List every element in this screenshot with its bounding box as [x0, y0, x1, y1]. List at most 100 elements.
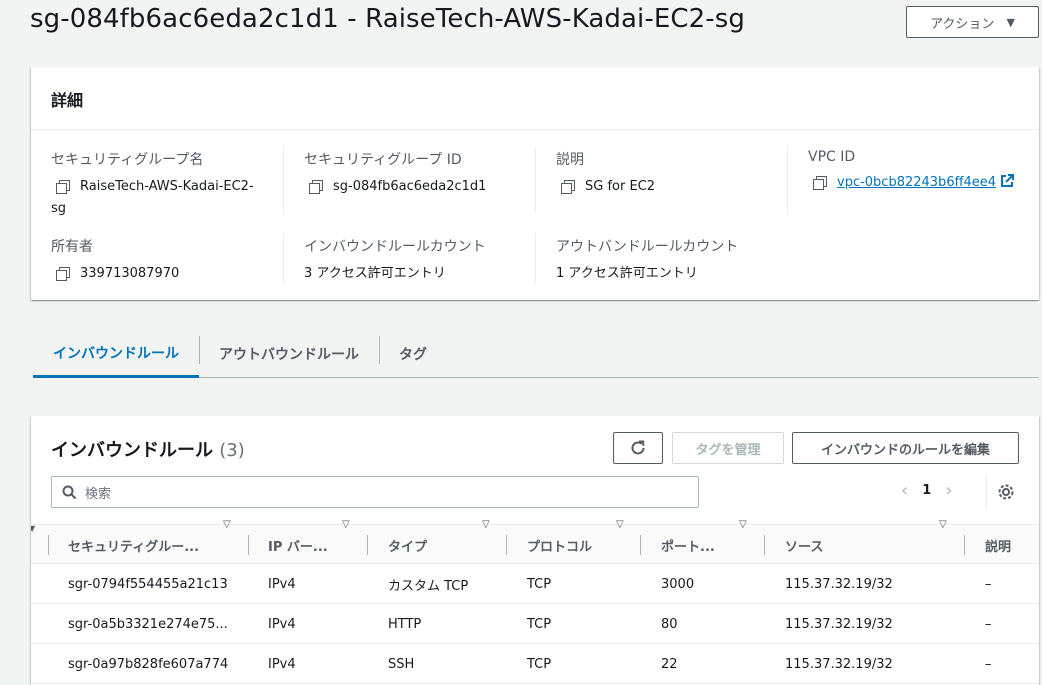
- column-divider: [48, 535, 49, 555]
- tab-bar: インバウンドルール アウトバウンドルール タグ: [33, 330, 1039, 378]
- page-number[interactable]: 1: [922, 483, 931, 498]
- search-icon: [62, 485, 77, 499]
- port-cell: 22: [661, 656, 678, 672]
- port-cell: 3000: [661, 576, 695, 592]
- sg-id-value: sg-084fb6ac6eda2c1d1: [333, 179, 487, 194]
- copy-icon[interactable]: [813, 176, 827, 190]
- rules-title: インバウンドルール (3): [51, 436, 245, 462]
- tab-tags[interactable]: タグ: [379, 330, 447, 377]
- sort-icon[interactable]: ▽: [482, 519, 490, 530]
- column-divider: [764, 535, 765, 555]
- col-ip-version[interactable]: IP バー...: [268, 525, 328, 565]
- copy-icon[interactable]: [56, 180, 70, 194]
- details-panel: 詳細 セキュリティグループ名 RaiseTech-AWS-Kadai-EC2- …: [31, 67, 1039, 300]
- sort-icon[interactable]: ▽: [739, 519, 747, 530]
- column-divider: [248, 535, 249, 555]
- inbound-count-label: インバウンドルールカウント: [304, 239, 486, 255]
- rule-id-cell: sgr-0794f554455a21c13: [68, 576, 228, 592]
- type-cell: SSH: [388, 656, 415, 672]
- sort-icon[interactable]: ▼: [31, 524, 35, 533]
- col-label: ポート...: [661, 539, 715, 555]
- gear-icon[interactable]: [997, 483, 1015, 501]
- description-label: 説明: [556, 152, 584, 168]
- tab-inbound-rules[interactable]: インバウンドルール: [33, 330, 199, 378]
- col-label: セキュリティグルー...: [68, 539, 200, 555]
- col-port-range[interactable]: ポート...: [661, 525, 715, 565]
- source-cell: 115.37.32.19/32: [785, 616, 893, 632]
- sort-icon[interactable]: ▽: [939, 519, 947, 530]
- owner-label: 所有者: [51, 239, 93, 255]
- sg-name-value-line1: RaiseTech-AWS-Kadai-EC2-: [80, 179, 254, 194]
- ip-version-cell: IPv4: [268, 656, 296, 672]
- refresh-button[interactable]: [613, 432, 663, 464]
- inbound-count-field: インバウンドルールカウント 3 アクセス許可エントリ: [304, 236, 486, 285]
- col-label: ソース: [785, 539, 824, 555]
- col-source[interactable]: ソース: [785, 525, 823, 565]
- description-cell: –: [985, 616, 992, 632]
- actions-button-label: アクション: [930, 16, 995, 32]
- search-input[interactable]: 検索: [51, 476, 699, 508]
- outbound-count-field: アウトバンドルールカウント 1 アクセス許可エントリ: [556, 236, 738, 285]
- column-divider: [506, 535, 507, 555]
- outbound-count-value: 1 アクセス許可エントリ: [556, 266, 698, 281]
- col-protocol[interactable]: プロトコル: [527, 525, 592, 565]
- table-header: ▼ セキュリティグルー... ▽ IP バー... ▽ タイプ ▽ プロトコル …: [31, 519, 1039, 565]
- copy-icon[interactable]: [56, 267, 70, 281]
- protocol-cell: TCP: [527, 576, 552, 592]
- description-value: SG for EC2: [585, 179, 656, 194]
- sg-id-label: セキュリティグループ ID: [304, 152, 462, 168]
- manage-tags-button[interactable]: タグを管理: [672, 432, 784, 464]
- col-label: プロトコル: [527, 539, 593, 555]
- actions-button[interactable]: アクション ▼: [906, 6, 1039, 38]
- refresh-icon: [631, 440, 645, 455]
- sort-icon[interactable]: ▽: [342, 519, 350, 530]
- col-label: タイプ: [388, 539, 428, 555]
- caret-down-icon: ▼: [1006, 15, 1015, 29]
- col-type[interactable]: タイプ: [388, 525, 427, 565]
- type-cell: HTTP: [388, 616, 422, 632]
- divider: [535, 233, 536, 283]
- rules-title-text: インバウンドルール: [51, 440, 213, 461]
- table-row[interactable]: sgr-0a5b3321e274e75... IPv4 HTTP TCP 80 …: [31, 604, 1039, 644]
- table-row[interactable]: sgr-0a97b828fe607a774 IPv4 SSH TCP 22 11…: [31, 644, 1039, 684]
- copy-icon[interactable]: [561, 180, 575, 194]
- description-cell: –: [985, 656, 992, 672]
- divider: [535, 147, 536, 213]
- search-placeholder: 検索: [85, 486, 112, 502]
- col-label: IP バー...: [268, 539, 328, 555]
- details-header: 詳細: [31, 67, 1039, 130]
- col-security-group-rule-id[interactable]: セキュリティグルー...: [68, 525, 199, 565]
- chevron-right-icon[interactable]: ›: [945, 480, 952, 501]
- chevron-left-icon[interactable]: ‹: [901, 480, 908, 501]
- inbound-count-value: 3 アクセス許可エントリ: [304, 266, 446, 281]
- owner-field: 所有者 339713087970: [51, 236, 179, 285]
- sort-icon[interactable]: ▽: [223, 519, 231, 530]
- pagination: ‹ 1 ›: [901, 480, 952, 501]
- col-description[interactable]: 説明: [985, 525, 1011, 565]
- inbound-rules-panel: インバウンドルール (3) タグを管理 インバウンドのルールを編集 検索 ‹ 1…: [31, 416, 1039, 685]
- divider: [283, 233, 284, 283]
- protocol-cell: TCP: [527, 656, 552, 672]
- source-cell: 115.37.32.19/32: [785, 576, 893, 592]
- vpc-id-field: VPC ID vpc-0bcb82243b6ff4ee4: [808, 149, 1015, 194]
- sort-icon[interactable]: ▽: [616, 519, 624, 530]
- description-cell: –: [985, 576, 992, 592]
- copy-icon[interactable]: [309, 180, 323, 194]
- description-field: 説明 SG for EC2: [556, 149, 655, 198]
- rules-count: (3): [219, 440, 245, 461]
- col-label: 説明: [985, 539, 1012, 555]
- page-title: sg-084fb6ac6eda2c1d1 - RaiseTech-AWS-Kad…: [30, 4, 746, 34]
- edit-inbound-rules-button[interactable]: インバウンドのルールを編集: [792, 432, 1019, 464]
- sg-name-value-line2: sg: [51, 201, 67, 216]
- table-row[interactable]: sgr-0794f554455a21c13 IPv4 カスタム TCP TCP …: [31, 564, 1039, 604]
- ip-version-cell: IPv4: [268, 576, 296, 592]
- column-divider: [964, 535, 965, 555]
- column-divider: [640, 535, 641, 555]
- tab-outbound-rules[interactable]: アウトバウンドルール: [199, 330, 379, 377]
- rule-id-cell: sgr-0a5b3321e274e75...: [68, 616, 228, 632]
- outbound-count-label: アウトバンドルールカウント: [556, 239, 739, 255]
- ip-version-cell: IPv4: [268, 616, 296, 632]
- vpc-id-link[interactable]: vpc-0bcb82243b6ff4ee4: [837, 175, 996, 190]
- sg-name-field: セキュリティグループ名 RaiseTech-AWS-Kadai-EC2- sg: [51, 149, 281, 220]
- divider: [283, 147, 284, 213]
